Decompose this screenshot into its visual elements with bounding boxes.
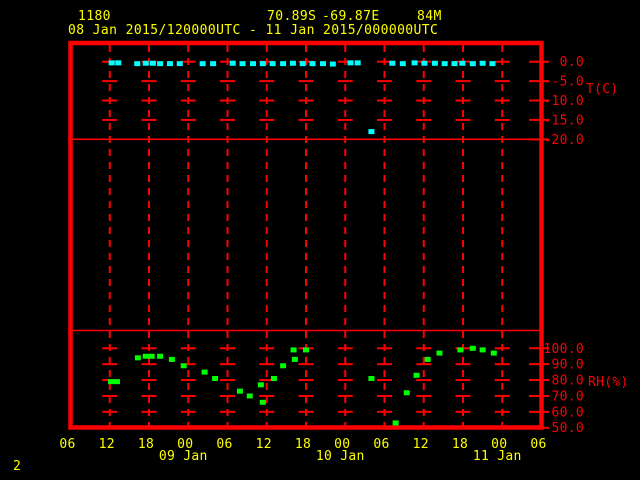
- temp-point: [115, 60, 122, 66]
- temp-point: [166, 61, 173, 67]
- temp-point: [469, 61, 476, 67]
- ytick-label-rh: 100.0: [543, 342, 584, 357]
- temp-point: [299, 61, 306, 67]
- temp-point: [280, 61, 287, 67]
- rh-point: [134, 355, 141, 361]
- ytick-label-temp: -5.0: [551, 75, 584, 90]
- ytick-label-temp: -15.0: [543, 113, 584, 128]
- rh-point: [403, 390, 410, 396]
- ytick-label-rh: 80.0: [551, 374, 584, 389]
- time-tick-label: 18: [138, 437, 154, 452]
- temp-point: [399, 61, 406, 67]
- temp-point: [489, 61, 496, 67]
- ytick-label-rh: 70.0: [551, 389, 584, 404]
- time-tick-label: 06: [59, 437, 75, 452]
- temp-point: [368, 129, 375, 135]
- rh-point: [392, 420, 399, 426]
- temp-point: [329, 61, 336, 67]
- rh-point: [201, 369, 208, 375]
- time-tick-label: 12: [413, 437, 429, 452]
- rh-point: [148, 353, 155, 359]
- rh-point: [259, 399, 266, 405]
- date-label: 11 Jan: [473, 449, 522, 464]
- temp-point: [431, 60, 438, 66]
- temp-point: [176, 61, 183, 67]
- rh-point: [270, 375, 277, 381]
- ytick-label-temp: -20.0: [543, 133, 584, 148]
- temp-point: [157, 61, 164, 67]
- rh-point: [108, 379, 115, 385]
- rh-point: [246, 393, 253, 399]
- ytick-label-rh: 60.0: [551, 405, 584, 420]
- rh-point: [180, 363, 187, 369]
- temp-point: [347, 60, 354, 66]
- page-indicator: 2: [13, 459, 22, 474]
- ytick-label-rh: 90.0: [551, 358, 584, 373]
- rh-point: [168, 356, 175, 362]
- temp-point: [441, 61, 448, 67]
- rh-point: [291, 356, 298, 362]
- timeseries-plot: 0.0 -5.0 -10.0 -15.0 -20.0 100.090.080.070.06…: [59, 40, 629, 464]
- temp-point: [134, 61, 141, 67]
- timeseries-screen: 1180 70.89S -69.87E 84M 08 Jan 2015/1200…: [0, 0, 640, 480]
- temp-point: [199, 61, 206, 67]
- date-label: 09 Jan: [159, 449, 208, 464]
- time-tick-label: 12: [256, 437, 272, 452]
- rh-point: [424, 356, 431, 362]
- temp-axis-title: T(C): [586, 82, 619, 97]
- date-label: 10 Jan: [316, 449, 365, 464]
- rh-point: [280, 363, 287, 369]
- ytick-label-rh: 50.0: [551, 421, 584, 436]
- temp-point: [354, 60, 361, 66]
- time-tick-label: 12: [99, 437, 115, 452]
- temp-point: [250, 61, 257, 67]
- temp-point: [389, 60, 396, 66]
- temp-point: [451, 61, 458, 67]
- rh-point: [113, 379, 120, 385]
- temp-point: [320, 61, 327, 67]
- rh-point: [257, 382, 264, 388]
- temp-point: [210, 61, 217, 67]
- temp-point: [142, 60, 149, 66]
- temp-point: [108, 60, 115, 66]
- time-tick-label: 18: [295, 437, 311, 452]
- temp-point: [239, 61, 246, 67]
- rh-point: [436, 350, 443, 356]
- rh-point: [142, 353, 149, 359]
- rh-point: [413, 372, 420, 378]
- temp-point: [229, 60, 236, 66]
- temp-point: [289, 60, 296, 66]
- ytick-label-temp: 0.0: [560, 55, 584, 70]
- temp-point: [269, 61, 276, 67]
- time-tick-label: 06: [530, 437, 546, 452]
- rh-point: [469, 345, 476, 351]
- rh-point: [290, 347, 297, 353]
- rh-point: [479, 347, 486, 353]
- temp-point: [421, 60, 428, 66]
- rh-point: [303, 347, 309, 353]
- rh-axis-title: RH(%): [588, 375, 629, 390]
- time-tick-label: 06: [216, 437, 232, 452]
- rh-point: [457, 347, 464, 353]
- temp-point: [459, 60, 466, 66]
- temp-point: [309, 61, 316, 67]
- rh-point: [157, 353, 164, 359]
- rh-point: [490, 350, 497, 356]
- time-tick-label: 18: [452, 437, 468, 452]
- rh-point: [368, 375, 375, 381]
- rh-point: [236, 388, 243, 394]
- temp-point: [411, 60, 418, 66]
- temp-point: [479, 60, 486, 66]
- temp-point: [259, 61, 266, 67]
- ytick-label-temp: -10.0: [543, 94, 584, 109]
- rh-point: [212, 375, 219, 381]
- temp-point: [149, 60, 156, 66]
- time-tick-label: 06: [373, 437, 389, 452]
